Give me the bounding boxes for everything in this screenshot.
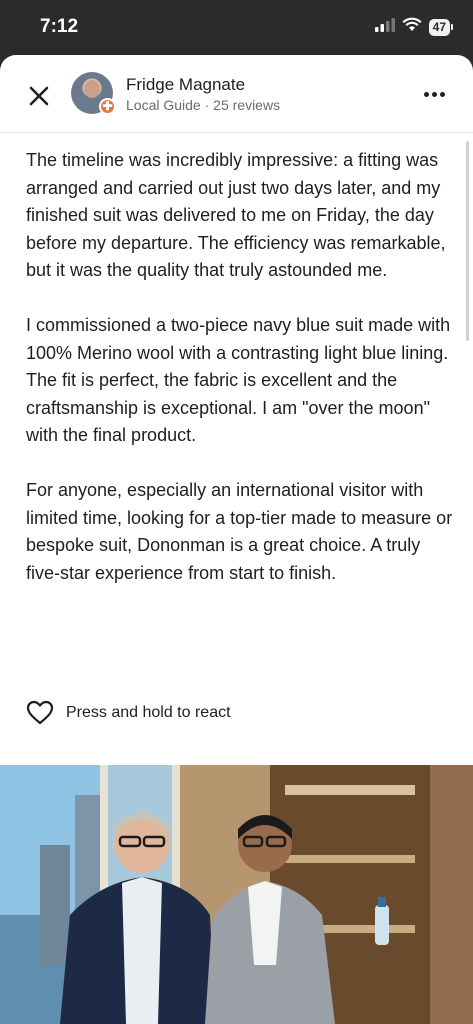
battery-icon: 47 (428, 18, 450, 36)
more-options-icon-dot (432, 92, 437, 97)
local-guide-badge-icon: ✚ (99, 98, 116, 115)
author-meta: Local Guide · 25 reviews (126, 97, 281, 113)
cellular-signal-icon (374, 17, 395, 37)
more-options-button[interactable] (424, 92, 445, 97)
more-options-icon (424, 92, 429, 97)
heart-icon (26, 700, 54, 725)
wifi-icon (402, 17, 422, 37)
scrollbar[interactable] (466, 141, 469, 341)
status-icons: 47 (374, 17, 453, 37)
review-sheet: ✚ Fridge Magnate Local Guide · 25 review… (0, 55, 473, 1024)
status-bar: 7:12 47 (0, 0, 473, 55)
review-photo[interactable] (0, 765, 473, 1024)
close-icon (29, 86, 49, 106)
review-text: The timeline was incredibly impressive: … (26, 147, 456, 615)
photo-two-men-icon (0, 765, 473, 1024)
review-paragraph: The timeline was incredibly impressive: … (26, 150, 446, 280)
more-options-icon-dot (440, 92, 445, 97)
close-button[interactable] (26, 83, 52, 109)
author-name[interactable]: Fridge Magnate (126, 75, 245, 95)
battery-nub (451, 24, 453, 30)
review-paragraph: For anyone, especially an international … (26, 480, 453, 583)
react-label: Press and hold to react (66, 703, 231, 721)
status-time: 7:12 (40, 16, 79, 37)
react-button[interactable]: Press and hold to react (26, 700, 231, 725)
avatar-face (84, 80, 100, 98)
review-header: ✚ Fridge Magnate Local Guide · 25 review… (0, 55, 473, 133)
review-paragraph: I commissioned a two-piece navy blue sui… (26, 315, 451, 445)
